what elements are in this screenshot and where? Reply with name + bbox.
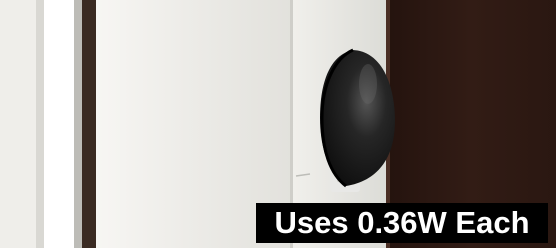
left-wall <box>0 0 36 248</box>
dome-highlight <box>359 64 377 104</box>
caption-overlay: Uses 0.36W Each <box>256 203 548 243</box>
left-wall-edge <box>36 0 44 248</box>
dark-trim <box>80 0 96 248</box>
video-frame: Uses 0.36W Each <box>0 0 556 248</box>
dark-trim-shadow <box>74 0 82 248</box>
